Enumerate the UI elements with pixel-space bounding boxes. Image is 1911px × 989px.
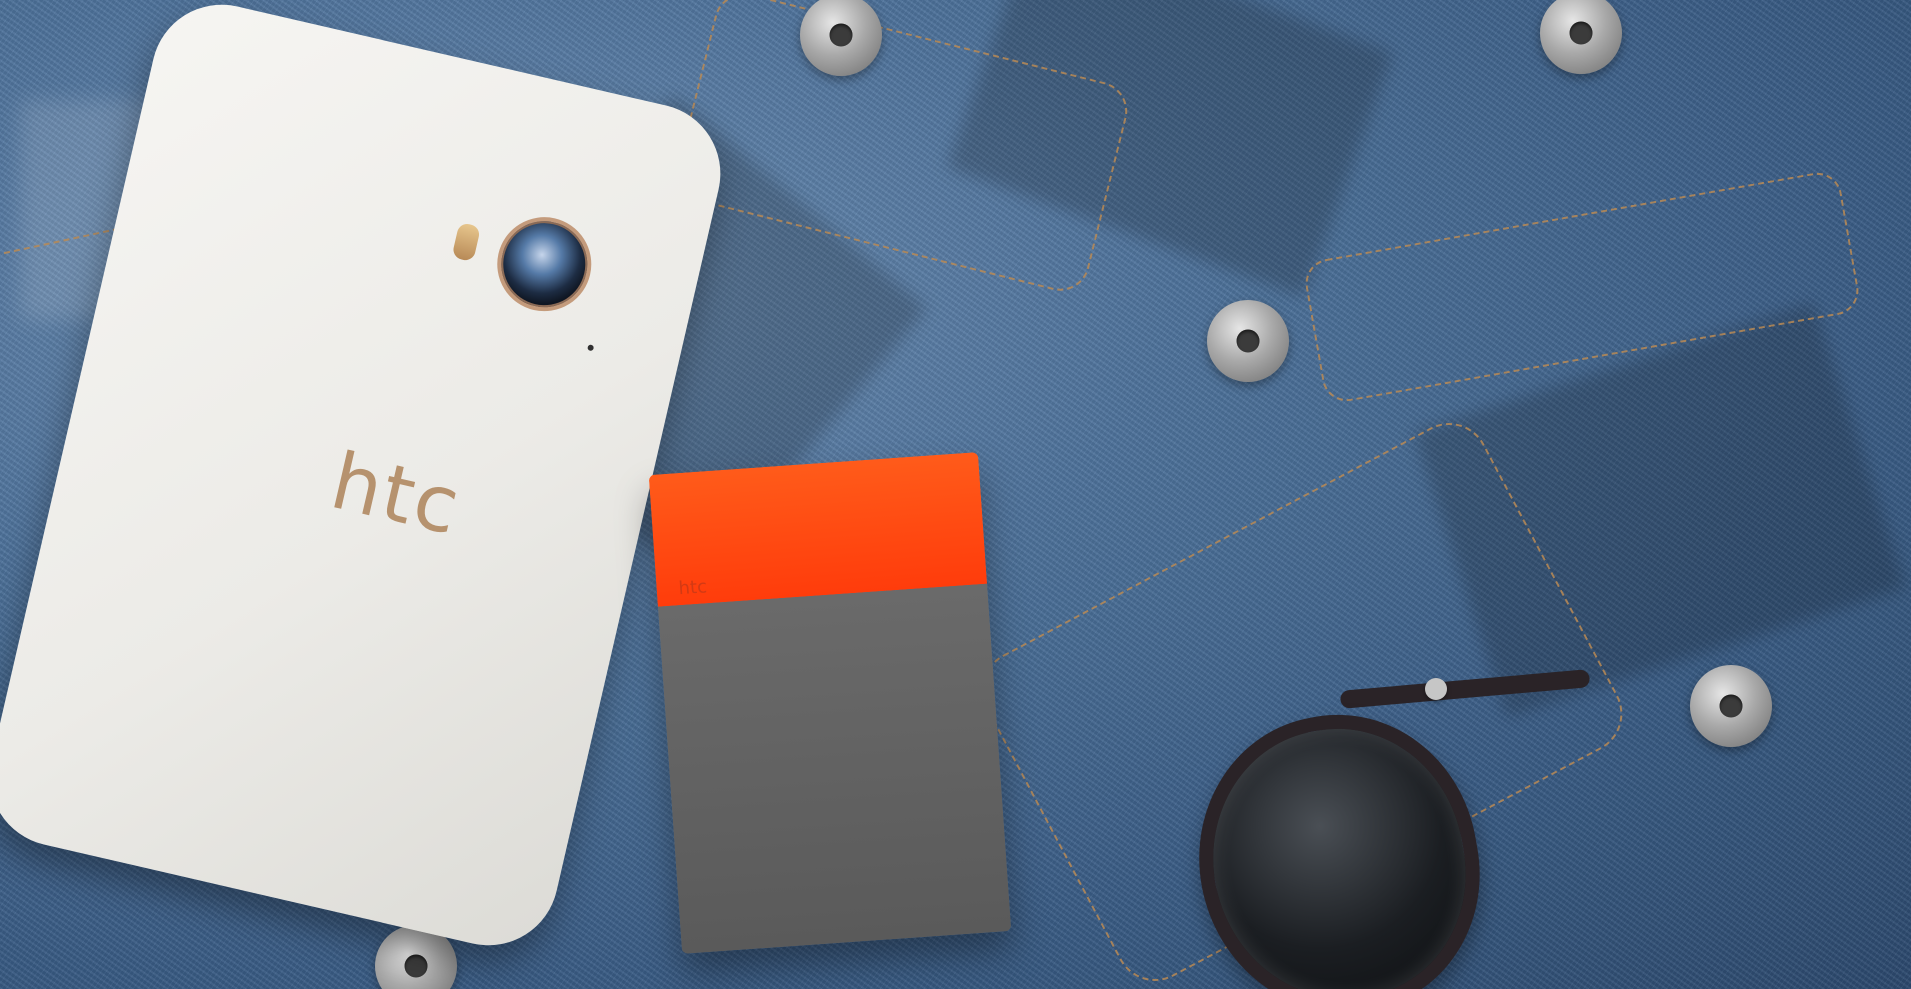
power-bank-body xyxy=(657,583,1012,954)
sunglasses-rivet xyxy=(1425,678,1447,700)
phone-brand-logo: htc xyxy=(323,436,469,554)
denim-background: htc htc xyxy=(0,0,1911,989)
flash-icon xyxy=(451,222,482,263)
denim-button xyxy=(1207,300,1289,382)
sunglasses xyxy=(1176,669,1591,989)
denim-button xyxy=(1690,665,1772,747)
denim-button xyxy=(1540,0,1622,74)
sunglasses-lens xyxy=(1176,693,1502,989)
microphone-icon xyxy=(587,344,595,352)
camera-lens-icon xyxy=(487,207,601,321)
power-bank-brand-logo: htc xyxy=(677,576,708,600)
power-bank: htc xyxy=(648,452,1012,954)
